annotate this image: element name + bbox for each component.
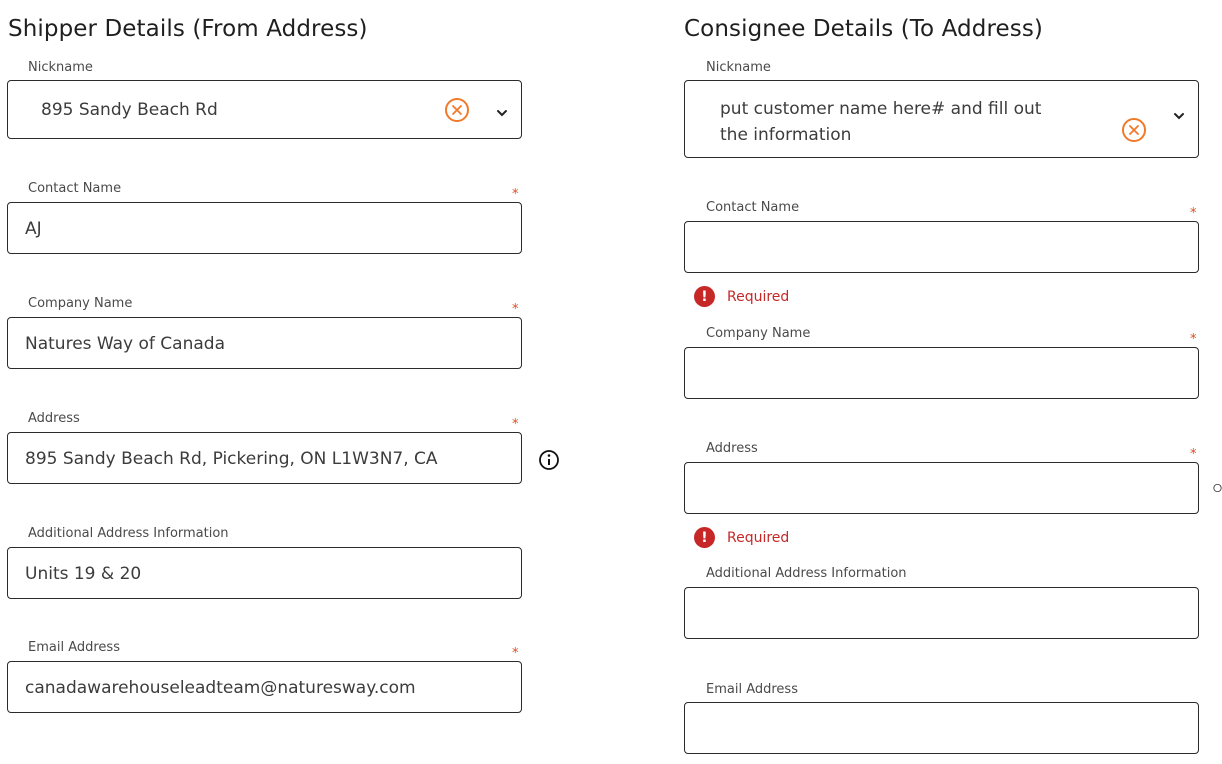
shipper-nickname-value: 895 Sandy Beach Rd [41,100,218,120]
consignee-email-input[interactable] [684,702,1199,754]
consignee-additional-input[interactable] [684,587,1199,639]
info-circle-icon[interactable] [1213,477,1222,499]
chevron-down-icon[interactable] [1172,111,1186,121]
shipper-email-required-marker: * [512,646,519,661]
shipper-additional-label: Additional Address Information [28,526,229,541]
consignee-contact-input[interactable] [684,221,1199,273]
consignee-contact-required-marker: * [1190,206,1197,221]
close-circle-icon[interactable] [1122,118,1146,142]
shipper-address-required-marker: * [512,417,519,432]
shipper-contact-label: Contact Name [28,181,122,196]
shipper-contact-value: AJ [25,219,42,239]
consignee-company-required-marker: * [1190,332,1197,347]
shipper-company-input[interactable]: Natures Way of Canada [7,317,522,369]
shipper-company-required-marker: * [512,302,519,317]
consignee-contact-error-text: Required [727,288,790,305]
shipper-email-input[interactable]: canadawarehouseleadteam@naturesway.com [7,661,522,713]
consignee-company-label: Company Name [706,326,811,341]
consignee-contact-label: Contact Name [706,200,800,215]
consignee-contact-error: ! Required [694,286,789,307]
consignee-additional-label: Additional Address Information [706,566,907,581]
consignee-nickname-line2: the information [720,125,852,145]
shipper-additional-value: Units 19 & 20 [25,564,142,584]
shipper-company-value: Natures Way of Canada [25,334,225,354]
shipper-email-label: Email Address [28,640,120,655]
consignee-email-label: Email Address [706,682,798,697]
shipper-address-value: 895 Sandy Beach Rd, Pickering, ON L1W3N7… [25,449,438,469]
chevron-down-icon[interactable] [495,108,509,118]
shipper-address-input[interactable]: 895 Sandy Beach Rd, Pickering, ON L1W3N7… [7,432,522,484]
shipper-nickname-select[interactable]: 895 Sandy Beach Rd [7,80,522,139]
consignee-address-error-text: Required [727,529,790,546]
consignee-nickname-line1: put customer name here# and fill out [720,99,1042,119]
consignee-nickname-select[interactable]: put customer name here# and fill out the… [684,80,1199,158]
info-circle-icon[interactable] [538,449,560,471]
exclamation-circle-icon: ! [694,286,715,307]
shipper-company-label: Company Name [28,296,133,311]
shipper-address-label: Address [28,411,80,426]
consignee-address-error: ! Required [694,527,789,548]
exclamation-circle-icon: ! [694,527,715,548]
shipper-nickname-label: Nickname [28,60,93,75]
consignee-address-required-marker: * [1190,447,1197,462]
consignee-section-title: Consignee Details (To Address) [684,16,1043,42]
consignee-company-input[interactable] [684,347,1199,399]
shipper-additional-input[interactable]: Units 19 & 20 [7,547,522,599]
shipper-email-value: canadawarehouseleadteam@naturesway.com [25,678,416,698]
consignee-nickname-label: Nickname [706,60,771,75]
consignee-address-label: Address [706,441,758,456]
consignee-address-input[interactable] [684,462,1199,514]
shipper-contact-input[interactable]: AJ [7,202,522,254]
shipper-section-title: Shipper Details (From Address) [8,16,368,42]
shipper-contact-required-marker: * [512,187,519,202]
close-circle-icon[interactable] [445,98,469,122]
